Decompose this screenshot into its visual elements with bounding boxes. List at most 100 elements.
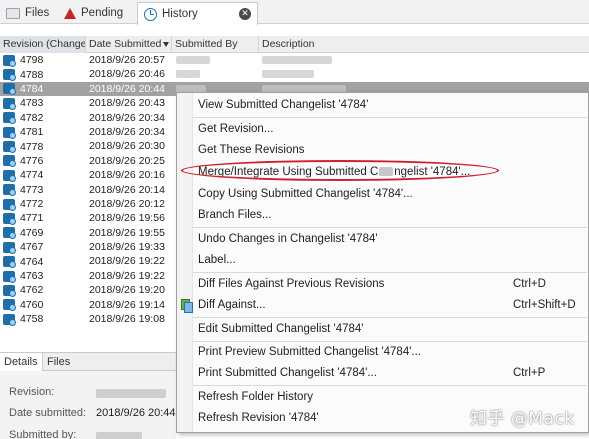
menu-shortcut-diff-previous: Ctrl+D xyxy=(513,278,546,290)
submitted-changelist-icon xyxy=(3,141,16,154)
revision-number: 4783 xyxy=(20,97,44,110)
revision-cell: 4778 xyxy=(3,139,86,154)
revision-cell: 4776 xyxy=(3,154,86,168)
revision-number: 4778 xyxy=(20,140,44,153)
column-header-description[interactable]: Description xyxy=(259,36,589,53)
close-tab-icon[interactable]: ✕ xyxy=(239,8,251,20)
submitted-changelist-icon xyxy=(3,54,16,67)
menu-item-edit-changelist[interactable]: Edit Submitted Changelist '4784' xyxy=(177,319,588,339)
menu-item-diff-previous-label: Diff Files Against Previous Revisions xyxy=(198,278,385,290)
menu-item-view-changelist[interactable]: View Submitted Changelist '4784' xyxy=(177,95,588,115)
date-submitted-cell: 2018/9/26 20:34 xyxy=(89,125,165,138)
description-redacted xyxy=(262,56,332,64)
submitted-changelist-icon xyxy=(3,184,16,197)
menu-separator xyxy=(193,227,587,228)
submitted-changelist-icon xyxy=(3,227,16,240)
context-menu: View Submitted Changelist '4784' Get Rev… xyxy=(176,92,589,433)
revision-number: 4763 xyxy=(20,270,44,283)
tab-details[interactable]: Details xyxy=(0,353,43,371)
submitted-changelist-icon xyxy=(3,212,16,225)
date-submitted-cell: 2018/9/26 20:57 xyxy=(89,54,165,66)
date-submitted-cell: 2018/9/26 20:44 xyxy=(89,82,165,95)
menu-item-copy-label: Copy Using Submitted Changelist '4784'..… xyxy=(198,188,413,200)
tab-files-label: Files xyxy=(25,7,50,19)
menu-item-get-revision[interactable]: Get Revision... xyxy=(177,119,588,139)
revision-field-label: Revision: xyxy=(9,386,55,398)
menu-item-undo-label: Undo Changes in Changelist '4784' xyxy=(198,233,378,245)
submitted-by-field-label: Submitted by: xyxy=(9,429,77,439)
submitted-changelist-icon xyxy=(3,69,16,82)
submitted-changelist-icon xyxy=(3,83,16,96)
revision-cell: 4781 xyxy=(3,125,86,139)
revision-cell: 4769 xyxy=(3,226,86,240)
menu-item-print-label: Print Submitted Changelist '4784'... xyxy=(198,367,377,379)
tab-files[interactable]: Files xyxy=(0,2,55,24)
revision-cell: 4767 xyxy=(3,240,86,254)
submitted-changelist-icon xyxy=(3,97,16,110)
revision-cell: 4782 xyxy=(3,111,86,125)
tab-pending-label: Pending xyxy=(81,7,124,19)
menu-item-print[interactable]: Print Submitted Changelist '4784'... Ctrl… xyxy=(177,363,588,383)
revision-cell: 4773 xyxy=(3,183,86,197)
revision-number: 4762 xyxy=(20,284,44,297)
submitted-changelist-icon xyxy=(3,256,16,269)
date-submitted-cell: 2018/9/26 19:22 xyxy=(89,255,165,268)
tab-history-label: History xyxy=(162,8,198,20)
submitted-changelist-icon xyxy=(3,299,16,312)
menu-separator xyxy=(193,385,587,386)
tab-details-label: Details xyxy=(4,356,38,368)
menu-item-get-these-revisions[interactable]: Get These Revisions xyxy=(177,140,588,160)
history-row[interactable]: 4798 2018/9/26 20:57 xyxy=(0,53,589,67)
revision-number: 4771 xyxy=(20,212,44,225)
menu-item-get-these-label: Get These Revisions xyxy=(198,144,305,156)
menu-item-print-preview[interactable]: Print Preview Submitted Changelist '4784… xyxy=(177,342,588,362)
date-submitted-cell: 2018/9/26 19:08 xyxy=(89,313,165,326)
date-submitted-cell: 2018/9/26 20:25 xyxy=(89,154,165,167)
menu-item-diff-previous[interactable]: Diff Files Against Previous Revisions Ctr… xyxy=(177,274,588,294)
date-submitted-cell: 2018/9/26 20:43 xyxy=(89,97,165,110)
column-header-revision-label: Revision (Changel xyxy=(3,38,86,50)
column-header-submitted-by[interactable]: Submitted By xyxy=(172,36,259,53)
submitted-changelist-icon xyxy=(3,198,16,211)
column-header-revision[interactable]: Revision (Changel xyxy=(0,36,86,53)
tab-history[interactable]: History ✕ xyxy=(137,2,258,25)
column-header-date-submitted[interactable]: Date Submitted xyxy=(86,36,172,53)
revision-number: 4774 xyxy=(20,169,44,182)
revision-number: 4788 xyxy=(20,68,44,81)
revision-cell: 4772 xyxy=(3,197,86,211)
revision-cell: 4798 xyxy=(3,53,86,67)
revision-number: 4781 xyxy=(20,126,44,139)
date-submitted-cell: 2018/9/26 19:22 xyxy=(89,269,165,282)
menu-item-label[interactable]: Label... xyxy=(177,250,588,270)
menu-item-diff-against[interactable]: Diff Against... Ctrl+Shift+D xyxy=(177,295,588,315)
history-row[interactable]: 4788 2018/9/26 20:46 xyxy=(0,67,589,82)
menu-item-undo-changes[interactable]: Undo Changes in Changelist '4784' xyxy=(177,229,588,249)
date-submitted-cell: 2018/9/26 20:46 xyxy=(89,68,165,81)
revision-cell: 4758 xyxy=(3,312,86,326)
revision-number: 4767 xyxy=(20,241,44,254)
submitted-changelist-icon xyxy=(3,112,16,125)
tab-details-files-label: Files xyxy=(47,356,71,368)
diff-icon xyxy=(181,299,193,313)
menu-item-refresh-revision-label: Refresh Revision '4784' xyxy=(198,412,319,424)
tab-strip: Files Pending History ✕ xyxy=(0,0,589,25)
column-header-row: Revision (Changel Date Submitted Submitt… xyxy=(0,36,589,53)
menu-shortcut-diff-against: Ctrl+Shift+D xyxy=(513,299,576,311)
menu-separator xyxy=(193,317,587,318)
tab-details-files[interactable]: Files xyxy=(43,353,74,371)
submitted-by-redacted xyxy=(176,56,210,64)
tab-pending[interactable]: Pending xyxy=(58,2,129,24)
date-submitted-cell: 2018/9/26 20:14 xyxy=(89,183,165,196)
menu-item-label-label: Label... xyxy=(198,254,236,266)
menu-item-copy[interactable]: Copy Using Submitted Changelist '4784'..… xyxy=(177,184,588,204)
menu-item-branch-label: Branch Files... xyxy=(198,209,272,221)
menu-item-branch-files[interactable]: Branch Files... xyxy=(177,205,588,225)
date-submitted-field-label: Date submitted: xyxy=(9,407,87,419)
annotation-highlight-ellipse xyxy=(181,160,499,181)
watermark: 知乎 @Mack xyxy=(470,409,575,429)
revision-cell: 4763 xyxy=(3,269,86,283)
date-submitted-cell: 2018/9/26 19:55 xyxy=(89,226,165,239)
submitted-by-redacted xyxy=(176,70,200,79)
date-submitted-cell: 2018/9/26 19:33 xyxy=(89,241,165,254)
submitted-changelist-icon xyxy=(3,284,16,297)
